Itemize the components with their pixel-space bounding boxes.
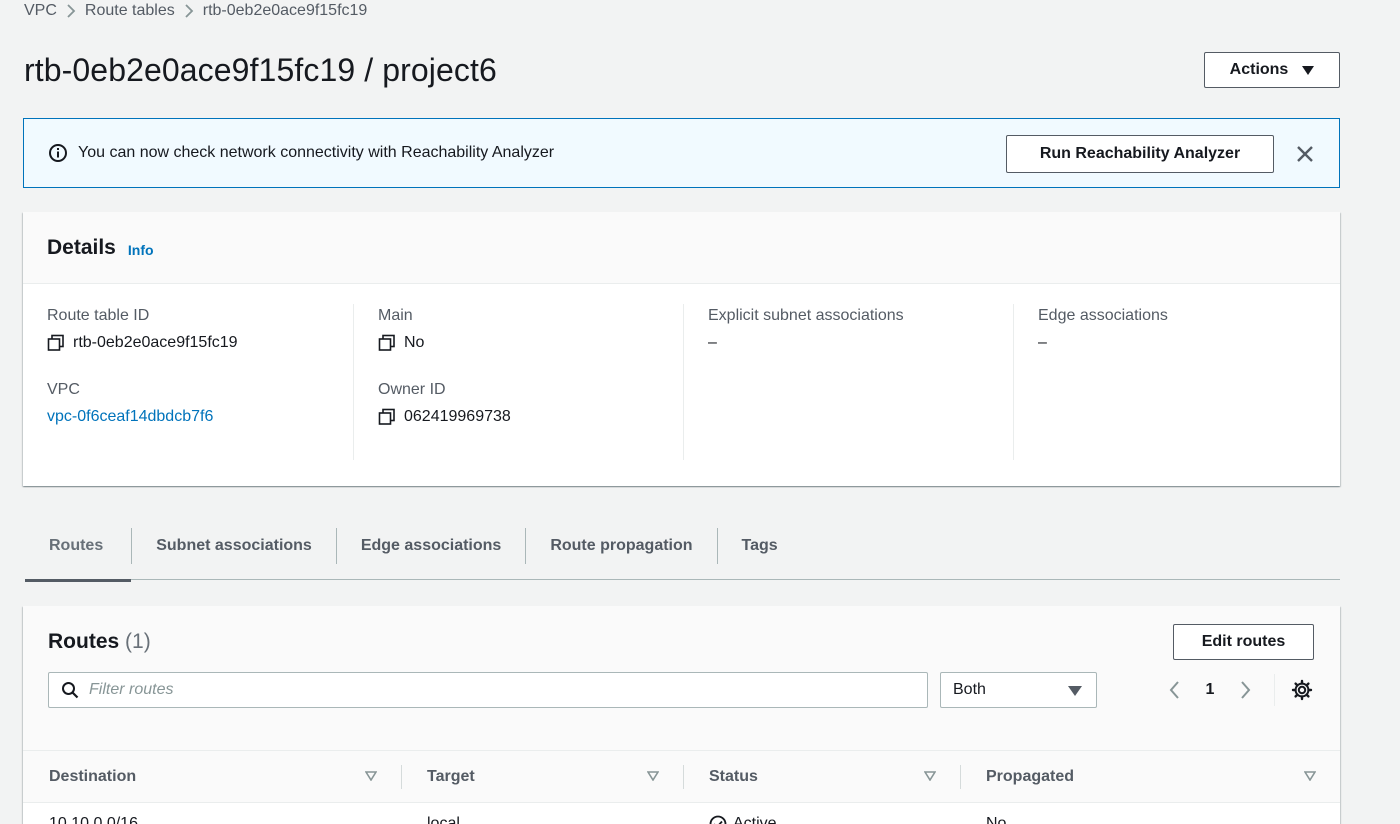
propagation-filter-select[interactable]: Both [940,672,1097,708]
edge-associations-value: – [1038,334,1047,351]
pagination: 1 [1165,676,1255,704]
main-value: No [404,334,425,351]
cell-propagated: No [986,815,1007,824]
tab-bar: Routes Subnet associations Edge associat… [25,512,1340,582]
edge-associations-label: Edge associations [1038,307,1168,324]
route-table-id-value: rtb-0eb2e0ace9f15fc19 [73,334,238,351]
column-header-label: Status [709,768,758,785]
cell-target: local [427,815,460,824]
details-header: Details Info [23,212,1340,284]
sort-down-icon[interactable] [365,771,377,781]
caret-down-icon [1302,65,1315,75]
close-icon[interactable] [1292,141,1318,167]
column-header-label: Target [427,768,475,785]
actions-button[interactable]: Actions [1204,52,1340,88]
cell-destination: 10.10.0.0/16 [49,815,138,824]
details-title: Details [47,235,116,259]
caret-down-icon [1068,686,1082,696]
column-header-propagated[interactable]: Propagated [960,751,1340,803]
edit-routes-button[interactable]: Edit routes [1173,624,1314,660]
cell-status: Active [683,804,960,824]
select-value: Both [953,681,986,698]
gear-icon[interactable] [1291,679,1313,701]
column-header-target[interactable]: Target [401,751,683,803]
search-icon [62,682,79,699]
copy-icon[interactable] [378,408,396,426]
column-header-label: Destination [49,768,137,785]
sort-down-icon[interactable] [647,771,659,781]
routes-panel: Routes (1) Edit routes Both 1 [23,606,1340,824]
breadcrumb-route-tables[interactable]: Route tables [85,2,175,20]
details-col-3: Explicit subnet associations – [683,304,1013,460]
page: VPC Route tables rtb-0eb2e0ace9f15fc19 r… [0,0,1400,824]
routes-title-text: Routes [48,630,120,653]
tab-subnet-associations[interactable]: Subnet associations [132,512,336,580]
tab-route-propagation[interactable]: Route propagation [526,512,716,580]
tab-tags[interactable]: Tags [718,512,802,580]
chevron-right-icon [57,2,85,20]
info-link[interactable]: Info [128,242,154,258]
copy-icon[interactable] [378,334,396,352]
tab-edge-associations[interactable]: Edge associations [337,512,526,580]
owner-id-label: Owner ID [378,381,446,398]
explicit-subnet-associations-label: Explicit subnet associations [708,307,904,324]
breadcrumb: VPC Route tables rtb-0eb2e0ace9f15fc19 [24,0,367,22]
details-col-2: Main No Owner ID 062419969738 [353,304,683,460]
filter-routes-input[interactable] [89,681,909,699]
copy-icon[interactable] [47,334,65,352]
chevron-right-icon [175,2,203,20]
details-panel: Details Info Route table ID rtb-0eb2e0ac… [23,212,1340,486]
sort-down-icon[interactable] [1304,771,1316,781]
details-col-4: Edge associations – [1013,304,1340,460]
routes-title: Routes (1) [48,630,151,654]
column-header-destination[interactable]: Destination [23,751,401,803]
actions-label: Actions [1229,61,1289,78]
page-number[interactable]: 1 [1185,681,1235,699]
details-col-1: Route table ID rtb-0eb2e0ace9f15fc19 VPC… [23,304,353,460]
tab-routes[interactable]: Routes [25,512,132,582]
table-row[interactable]: 10.10.0.0/16 local Active No [23,804,1340,824]
chevron-right-icon[interactable] [1235,678,1255,702]
owner-id-value: 062419969738 [404,408,511,425]
banner-message: You can now check network connectivity w… [78,144,555,161]
filter-routes-field[interactable] [48,672,928,708]
routes-count: (1) [125,630,151,653]
route-table-id-label: Route table ID [47,307,150,324]
sort-down-icon[interactable] [924,771,936,781]
breadcrumb-vpc[interactable]: VPC [24,2,57,20]
reachability-banner: You can now check network connectivity w… [23,118,1340,188]
info-icon [49,144,67,162]
status-text: Active [733,815,777,824]
details-columns: Route table ID rtb-0eb2e0ace9f15fc19 VPC… [23,304,1340,460]
routes-header: Routes (1) Edit routes Both 1 [23,606,1340,751]
vpc-label: VPC [47,381,80,398]
main-label: Main [378,307,413,324]
column-header-status[interactable]: Status [683,751,960,803]
chevron-left-icon[interactable] [1165,678,1185,702]
routes-table-header: Destination Target Status Propagated [23,751,1340,803]
column-header-label: Propagated [986,768,1075,785]
check-circle-icon [709,815,727,824]
breadcrumb-current: rtb-0eb2e0ace9f15fc19 [202,2,368,19]
page-title: rtb-0eb2e0ace9f15fc19 / project6 [24,52,497,88]
vpc-link[interactable]: vpc-0f6ceaf14dbdcb7f6 [47,402,213,432]
run-reachability-analyzer-button[interactable]: Run Reachability Analyzer [1006,135,1274,173]
pagination-divider [1274,674,1275,706]
explicit-subnet-associations-value: – [708,334,717,351]
